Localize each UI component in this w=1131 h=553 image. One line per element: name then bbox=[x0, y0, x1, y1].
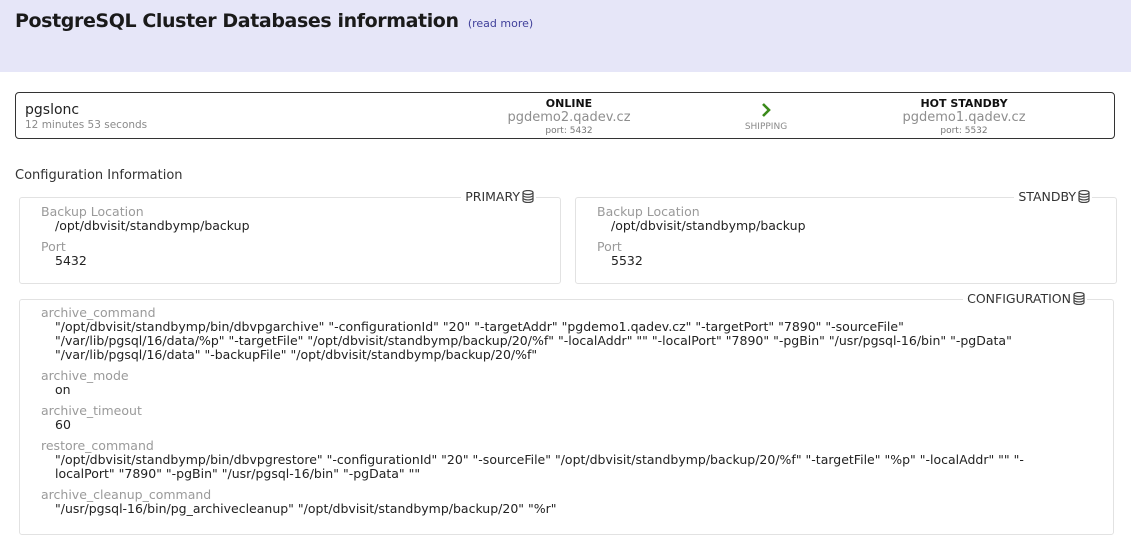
port-value: 5432 bbox=[55, 253, 87, 268]
standby-node: HOT STANDBY pgdemo1.qadev.cz port: 5532 bbox=[854, 97, 1074, 137]
port-label: Port bbox=[597, 239, 622, 254]
primary-node: ONLINE pgdemo2.qadev.cz port: 5432 bbox=[459, 97, 679, 137]
standby-host: pgdemo1.qadev.cz bbox=[902, 110, 1026, 125]
archive-mode-label: archive_mode bbox=[41, 368, 129, 383]
cluster-status-bar[interactable]: pgslonc 12 minutes 53 seconds ONLINE pgd… bbox=[15, 92, 1115, 139]
standby-legend-text: STANDBY bbox=[1018, 189, 1076, 204]
restore-command-label: restore_command bbox=[41, 438, 154, 453]
primary-status: ONLINE bbox=[545, 97, 593, 110]
backup-location-value: /opt/dbvisit/standbymp/backup bbox=[55, 218, 250, 233]
port-label: Port bbox=[41, 239, 66, 254]
standby-port: port: 5532 bbox=[940, 126, 988, 136]
cluster-uptime: 12 minutes 53 seconds bbox=[25, 119, 148, 131]
shipping-label: SHIPPING bbox=[744, 122, 788, 132]
page-title-text: PostgreSQL Cluster Databases information bbox=[15, 10, 459, 32]
page-title: PostgreSQL Cluster Databases information… bbox=[15, 10, 533, 32]
configuration-legend-text: CONFIGURATION bbox=[967, 291, 1071, 306]
archive-command-label: archive_command bbox=[41, 305, 156, 320]
chevron-right-icon bbox=[716, 103, 816, 119]
archive-cleanup-command-label: archive_cleanup_command bbox=[41, 487, 212, 502]
backup-location-label: Backup Location bbox=[41, 204, 144, 219]
read-more-link[interactable]: (read more) bbox=[468, 17, 533, 30]
backup-location-label: Backup Location bbox=[597, 204, 700, 219]
primary-port: port: 5432 bbox=[545, 126, 593, 136]
primary-legend-text: PRIMARY bbox=[465, 189, 520, 204]
page-header: PostgreSQL Cluster Databases information… bbox=[0, 0, 1131, 72]
postgres-configuration-panel: CONFIGURATION archive_command "/opt/dbvi… bbox=[19, 291, 1114, 535]
archive-timeout-value: 60 bbox=[55, 417, 71, 432]
port-value: 5532 bbox=[611, 253, 643, 268]
cluster-name: pgslonc bbox=[25, 102, 80, 118]
primary-config-panel: PRIMARY Backup Location /opt/dbvisit/sta… bbox=[19, 189, 561, 284]
restore-command-value: "/opt/dbvisit/standbymp/bin/dbvpgrestore… bbox=[55, 452, 1024, 481]
backup-location-value: /opt/dbvisit/standbymp/backup bbox=[611, 218, 806, 233]
archive-command-value: "/opt/dbvisit/standbymp/bin/dbvpgarchive… bbox=[55, 319, 1012, 362]
archive-timeout-label: archive_timeout bbox=[41, 403, 142, 418]
primary-host: pgdemo2.qadev.cz bbox=[507, 110, 631, 125]
standby-status: HOT STANDBY bbox=[920, 97, 1008, 110]
archive-cleanup-command-value: "/usr/pgsql-16/bin/pg_archivecleanup" "/… bbox=[55, 501, 557, 516]
configuration-section-title: Configuration Information bbox=[15, 168, 183, 183]
standby-config-panel: STANDBY Backup Location /opt/dbvisit/sta… bbox=[575, 189, 1117, 284]
archive-mode-value: on bbox=[55, 382, 71, 397]
shipping-indicator: SHIPPING bbox=[716, 103, 816, 133]
